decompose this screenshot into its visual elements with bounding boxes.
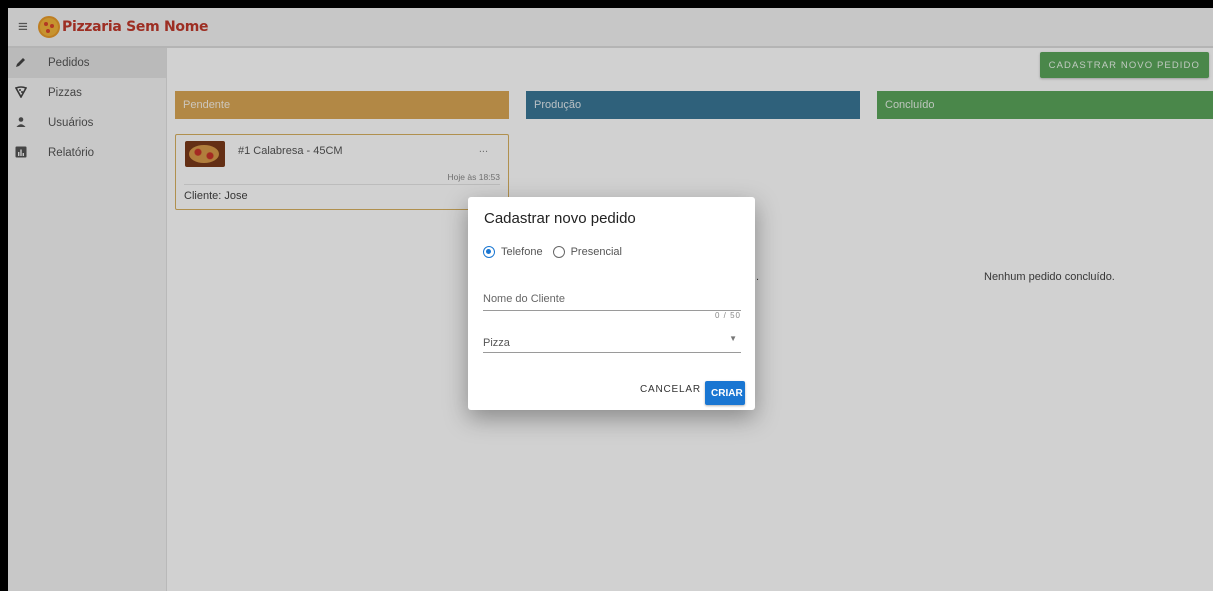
app-window: ≡ Pizzaria Sem Nome Pedidos Pizzas Usuár… xyxy=(8,8,1213,591)
presencial-radio-label[interactable]: Presencial xyxy=(571,246,622,258)
client-name-field: 0 / 50 xyxy=(483,289,741,320)
cancel-button[interactable]: CANCELAR xyxy=(640,384,701,395)
telefone-radio-label[interactable]: Telefone xyxy=(501,246,543,258)
pizza-select-label: Pizza xyxy=(483,337,510,349)
telefone-radio[interactable] xyxy=(483,246,495,258)
order-type-radio-group: Telefone Presencial xyxy=(483,246,632,258)
dialog-title: Cadastrar novo pedido xyxy=(484,210,636,227)
client-name-input[interactable] xyxy=(483,293,741,311)
pizza-select[interactable]: Pizza ▼ xyxy=(483,333,741,353)
new-order-dialog: Cadastrar novo pedido Telefone Presencia… xyxy=(468,197,755,410)
presencial-radio[interactable] xyxy=(552,246,565,258)
chevron-down-icon: ▼ xyxy=(729,334,737,343)
char-counter: 0 / 50 xyxy=(714,311,741,320)
create-button[interactable]: CRIAR xyxy=(705,381,745,405)
